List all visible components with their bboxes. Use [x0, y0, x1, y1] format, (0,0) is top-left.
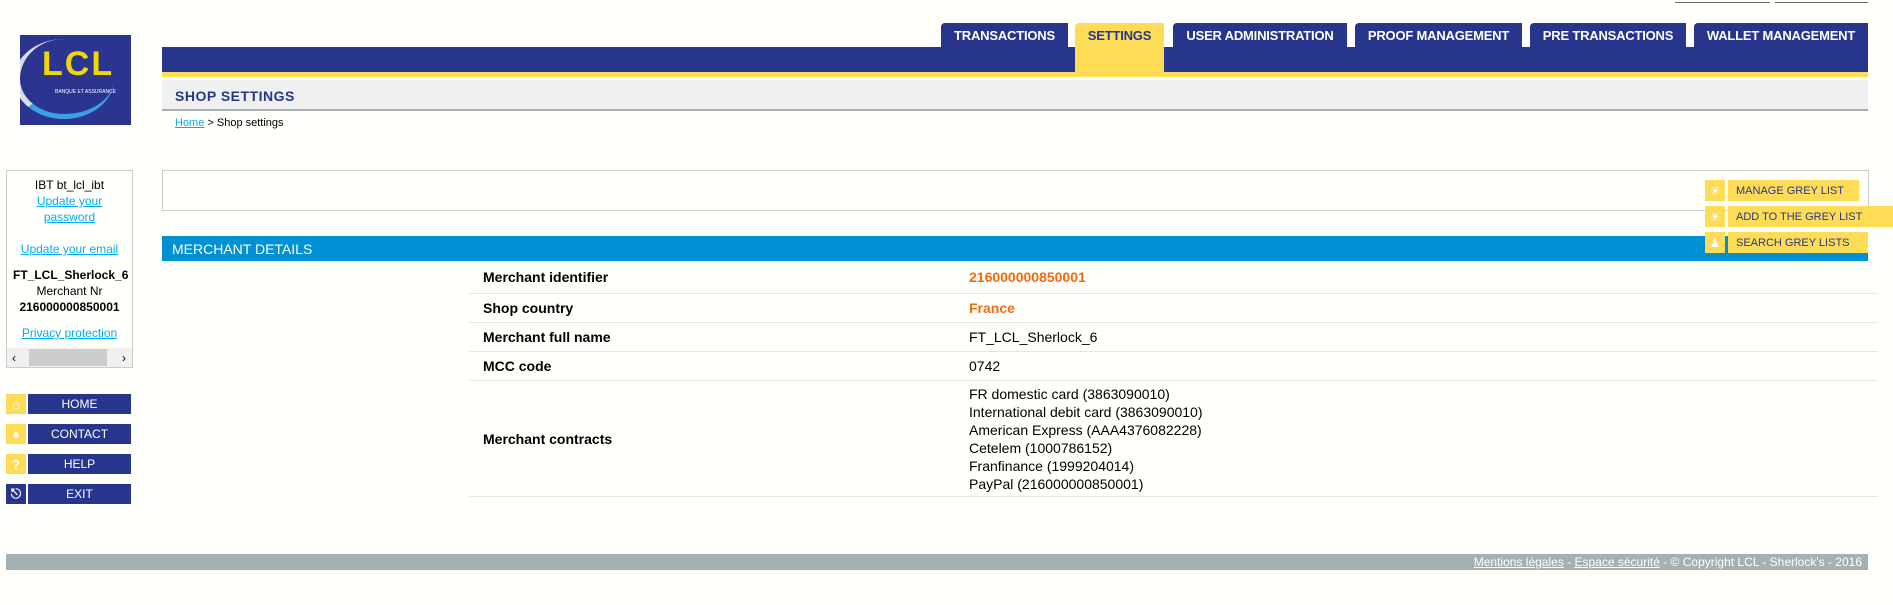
footer: Mentions légales - Espace sécurité - © C… — [6, 554, 1868, 570]
contracts-list: FR domestic card (3863090010) Internatio… — [969, 385, 1878, 493]
nav-home-label[interactable]: HOME — [28, 394, 131, 414]
scroll-left-icon[interactable]: ‹ — [12, 350, 16, 366]
scrollbar-thumb[interactable] — [29, 349, 107, 366]
breadcrumb-home-link[interactable]: Home — [175, 117, 204, 129]
table-row: MCC code 0742 — [469, 352, 1878, 381]
nav-exit-button[interactable]: ⎋ EXIT — [6, 484, 131, 504]
add-to-grey-list-label[interactable]: ADD TO THE GREY LIST — [1728, 206, 1893, 227]
search-grey-lists-label[interactable]: SEARCH GREY LISTS — [1728, 232, 1868, 253]
nav-help-label[interactable]: HELP — [28, 454, 131, 474]
breadcrumb: Home > Shop settings — [175, 117, 284, 129]
gear-icon: ☀ — [1705, 180, 1725, 201]
row-label: Merchant contracts — [483, 430, 613, 447]
lcl-logo: LCL BANQUE ET ASSURANCE — [20, 35, 131, 125]
table-row: Merchant contracts FR domestic card (386… — [469, 381, 1878, 497]
merchant-details-table: Merchant identifier 216000000850001 Shop … — [469, 261, 1878, 497]
footer-separator: - — [1563, 555, 1575, 569]
row-label: Merchant full name — [483, 329, 611, 345]
row-value: 0742 — [969, 358, 1001, 374]
tab-user-administration[interactable]: USER ADMINISTRATION — [1173, 23, 1347, 47]
privacy-link[interactable]: Privacy protection — [22, 326, 117, 340]
user-login: IBT bt_lcl_ibt — [34, 178, 105, 192]
user-panel: IBT bt_lcl_ibt Update your password Upda… — [6, 170, 133, 368]
merchant-nr: 216000000850001 — [19, 300, 120, 314]
search-grey-lists-button[interactable]: ♟ SEARCH GREY LISTS — [1705, 232, 1868, 253]
tab-pre-transactions[interactable]: PRE TRANSACTIONS — [1530, 23, 1686, 47]
contract-item: PayPal (216000000850001) — [969, 475, 1144, 492]
tab-settings[interactable]: SETTINGS — [1075, 23, 1164, 72]
manage-grey-list-label[interactable]: MANAGE GREY LIST — [1728, 180, 1859, 201]
contract-item: International debit card (3863090010) — [969, 403, 1203, 420]
table-row: Shop country France — [469, 294, 1878, 323]
nav-bar — [162, 47, 1868, 72]
power-icon: ⎋ — [6, 484, 26, 504]
action-box — [162, 170, 1869, 211]
top-link[interactable] — [1775, 2, 1868, 3]
tab-proof-management[interactable]: PROOF MANAGEMENT — [1355, 23, 1522, 47]
section-header: MERCHANT DETAILS — [162, 236, 1868, 261]
row-label: MCC code — [483, 358, 552, 374]
nav-underline — [162, 72, 1868, 77]
table-row: Merchant identifier 216000000850001 — [469, 261, 1878, 294]
breadcrumb-current: Shop settings — [216, 117, 284, 129]
contract-item: Franfinance (1999204014) — [969, 457, 1135, 474]
add-to-grey-list-button[interactable]: ☀ ADD TO THE GREY LIST — [1705, 206, 1893, 227]
contract-item: American Express (AAA4376082228) — [969, 421, 1202, 438]
row-label: Shop country — [483, 300, 574, 316]
nav-help-button[interactable]: ? HELP — [6, 454, 131, 474]
scroll-right-icon[interactable]: › — [122, 350, 126, 366]
page-title: SHOP SETTINGS — [162, 80, 1868, 111]
nav-exit-label[interactable]: EXIT — [28, 484, 131, 504]
row-value: FT_LCL_Sherlock_6 — [969, 329, 1098, 345]
home-icon: ⌂ — [6, 394, 26, 414]
row-value: France — [969, 300, 1015, 316]
update-email-link[interactable]: Update your email — [21, 242, 118, 256]
copyright: - © Copyright LCL - Sherlock's - 2016 — [1659, 555, 1862, 569]
nav-contact-label[interactable]: CONTACT — [28, 424, 131, 444]
contract-item: Cetelem (1000786152) — [969, 439, 1113, 456]
question-icon: ? — [6, 454, 26, 474]
top-link[interactable] — [1675, 2, 1770, 3]
tab-wallet-management[interactable]: WALLET MANAGEMENT — [1694, 23, 1868, 47]
contract-item: FR domestic card (3863090010) — [969, 385, 1170, 402]
manage-grey-list-button[interactable]: ☀ MANAGE GREY LIST — [1705, 180, 1859, 201]
security-link[interactable]: Espace sécurité — [1575, 555, 1660, 569]
merchant-nr-label: Merchant Nr — [36, 284, 103, 298]
nav-contact-button[interactable]: ● CONTACT — [6, 424, 131, 444]
table-row: Merchant full name FT_LCL_Sherlock_6 — [469, 323, 1878, 352]
shop-name: FT_LCL_Sherlock_6 — [13, 268, 129, 282]
horizontal-scrollbar[interactable]: ‹ › — [7, 348, 132, 367]
nav-home-button[interactable]: ⌂ HOME — [6, 394, 131, 414]
tab-transactions[interactable]: TRANSACTIONS — [941, 23, 1068, 47]
breadcrumb-separator: > — [204, 117, 217, 129]
gear-icon: ☀ — [1705, 206, 1725, 227]
row-value: 216000000850001 — [969, 269, 1086, 285]
speech-bubble-icon: ● — [6, 424, 26, 444]
legal-link[interactable]: Mentions légales — [1474, 555, 1564, 569]
row-label: Merchant identifier — [483, 269, 609, 285]
update-password-link[interactable]: Update your password — [30, 193, 110, 225]
walker-icon: ♟ — [1705, 232, 1725, 253]
